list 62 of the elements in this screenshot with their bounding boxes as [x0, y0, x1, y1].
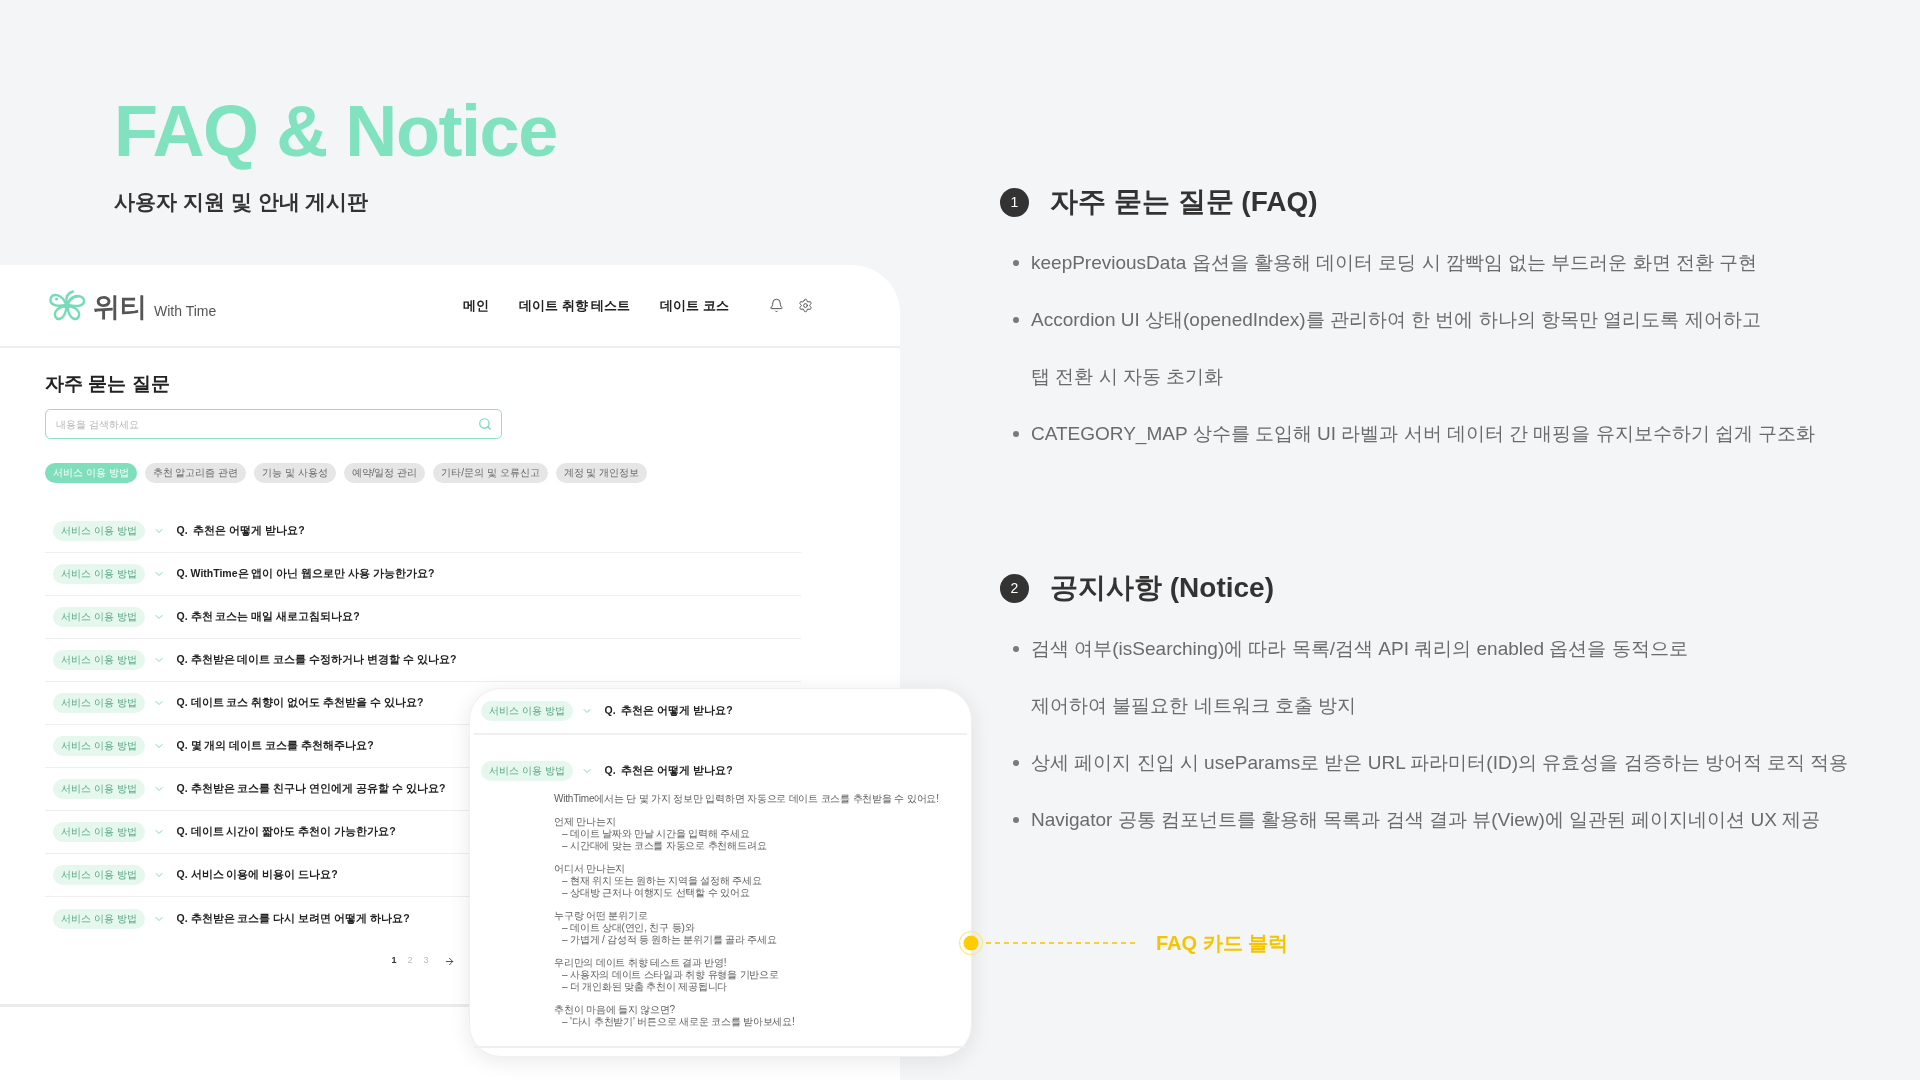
question-text[interactable]: Q. 추천받은 데이트 코스를 수정하거나 변경할 수 있나요?	[176, 652, 457, 668]
category-label: 서비스 이용 방법	[53, 521, 145, 541]
logo-tagline: With Time	[154, 301, 217, 321]
bullet-icon	[1013, 760, 1019, 766]
bullet-icon	[1013, 817, 1019, 823]
category-filter[interactable]: 계정 및 개인정보	[555, 463, 648, 483]
bell-icon[interactable]	[768, 298, 784, 313]
category-label: 서비스 이용 방법	[53, 908, 145, 929]
bullet-text: Navigator 공통 컴포넌트를 활용해 목록과 검색 결과 뷰(View)에 일관된 페이지네이션 UX 제공	[1031, 808, 1821, 832]
hero-subtitle: 사용자 지원 및 안내 게시판	[114, 189, 369, 215]
question-text[interactable]: Q. 서비스 이용에 비용이 드나요?	[176, 867, 338, 883]
arrow-right-icon[interactable]	[443, 955, 455, 967]
category-filter[interactable]: 예약/일정 관리	[343, 463, 426, 483]
settings-icon[interactable]	[797, 298, 813, 313]
answer-text: WithTime에서는 단 몇 가지 정보만 입력하면 자동으로 데이트 코스를 추천받을 수 있어요! 언제 만나는지 – 데이트 날짜와 만날 시간을 입력해 주세요 – 시간대에 맞는 코스를 자동으로 추천해드려요 어디서 만나는지 – 현재 위치 또는 원하는 지역을 설정해 주세요 – 상대방 근처나 여행지도 선택할 수 있어요 누구랑 어떤 분위기로 – 데이트 상대(연인, 친구 등)와 – 가볍게 / 감성적 등 원하는 분위기를 골라 주세요 우리만의 데이트 취향 테스트 결과 반영! – 사용자의 데이트 스타일과 취향 유형을 기반으로 – 더 개인화된 맞춤 추천이 제공됩니다 추천이 마음에 들지 않으면? – '다시 추천받기' 버튼으로 새로운 코스를 받아보세요!	[554, 793, 939, 1029]
question-text[interactable]: Q. 추천 코스는 매일 새로고침되나요?	[176, 609, 360, 625]
bullet-icon	[1013, 431, 1019, 437]
bullet-text: CATEGORY_MAP 상수를 도입해 UI 라벨과 서버 데이터 간 매핑을 유지보수하기 쉽게 구조화	[1031, 422, 1816, 447]
callout-label: FAQ 카드 블럭	[1156, 931, 1289, 956]
question-text[interactable]: Q. 데이트 시간이 짧아도 추천이 가능한가요?	[176, 824, 396, 840]
nav-link[interactable]: 데이트 코스	[660, 295, 729, 316]
category-label: 서비스 이용 방법	[53, 650, 145, 670]
category-filter[interactable]: 기타/문의 및 오류신고	[433, 463, 548, 483]
question-text[interactable]: Q. 몇 개의 데이트 코스를 추천해주나요?	[176, 738, 374, 754]
bullet-text: Accordion UI 상태(openedIndex)를 관리하여 한 번에 하나의 항목만 열리도록 제어하고 탭 전환 시 자동 초기화	[1031, 308, 1761, 389]
section-number: 2	[1000, 573, 1029, 603]
question-text[interactable]: Q. 추천받은 코스를 다시 보려면 어떻게 하나요?	[176, 910, 410, 927]
butterfly-logo-icon	[49, 289, 86, 322]
bullet-text: 상세 페이지 진입 시 useParams로 받은 URL 파라미터(ID)의 유효성을 검증하는 방어적 로직 적용	[1031, 751, 1849, 775]
page-number[interactable]: 1	[391, 954, 397, 968]
page-heading: 자주 묻는 질문	[45, 372, 170, 396]
question-text[interactable]: Q. 추천은 어떻게 받나요?	[176, 523, 305, 539]
section-number: 1	[1000, 187, 1029, 217]
bullet-icon	[1013, 260, 1019, 266]
search-field[interactable]: 내용을 검색하세요	[45, 409, 502, 439]
question-text[interactable]: Q. 추천은 어떻게 받나요?	[604, 763, 733, 779]
bullet-icon	[1013, 317, 1019, 323]
bullet-icon	[1013, 646, 1019, 652]
section-title: 자주 묻는 질문 (FAQ)	[1050, 185, 1318, 219]
question-text[interactable]: Q. 추천은 어떻게 받나요?	[604, 703, 733, 719]
category-filter[interactable]: 기능 및 사용성	[254, 463, 336, 483]
category-label: 서비스 이용 방법	[53, 564, 145, 584]
category-label: 서비스 이용 방법	[53, 607, 145, 627]
nav-link[interactable]: 메인	[463, 295, 489, 316]
category-label: 서비스 이용 방법	[53, 736, 145, 756]
category-label: 서비스 이용 방법	[53, 865, 145, 885]
nav-link[interactable]: 데이트 취향 테스트	[519, 295, 631, 316]
category-label: 서비스 이용 방법	[481, 701, 573, 721]
bullet-text: 검색 여부(isSearching)에 따라 목록/검색 API 쿼리의 enabled 옵션을 동적으로 제어하여 불필요한 네트워크 호출 방지	[1031, 637, 1688, 718]
marker-dot-icon	[959, 931, 983, 955]
category-filter[interactable]: 추천 알고리즘 관련	[144, 463, 247, 483]
category-label: 서비스 이용 방법	[53, 822, 145, 842]
category-label: 서비스 이용 방법	[53, 779, 145, 799]
section-title: 공지사항 (Notice)	[1050, 571, 1274, 605]
search-icon[interactable]	[478, 417, 492, 431]
category-label: 서비스 이용 방법	[481, 761, 573, 781]
logo-text: 위티	[93, 291, 147, 322]
bullet-text: keepPreviousData 옵션을 활용해 데이터 로딩 시 깜빡임 없는 부드러운 화면 전환 구현	[1031, 251, 1758, 275]
question-text[interactable]: Q. 추천받은 코스를 친구나 연인에게 공유할 수 있나요?	[176, 781, 446, 797]
question-text[interactable]: Q. 데이트 코스 취향이 없어도 추천받을 수 있나요?	[176, 695, 424, 711]
question-text[interactable]: Q. WithTime은 앱이 아닌 웹으로만 사용 가능한가요?	[176, 566, 435, 582]
category-label: 서비스 이용 방법	[53, 693, 145, 713]
